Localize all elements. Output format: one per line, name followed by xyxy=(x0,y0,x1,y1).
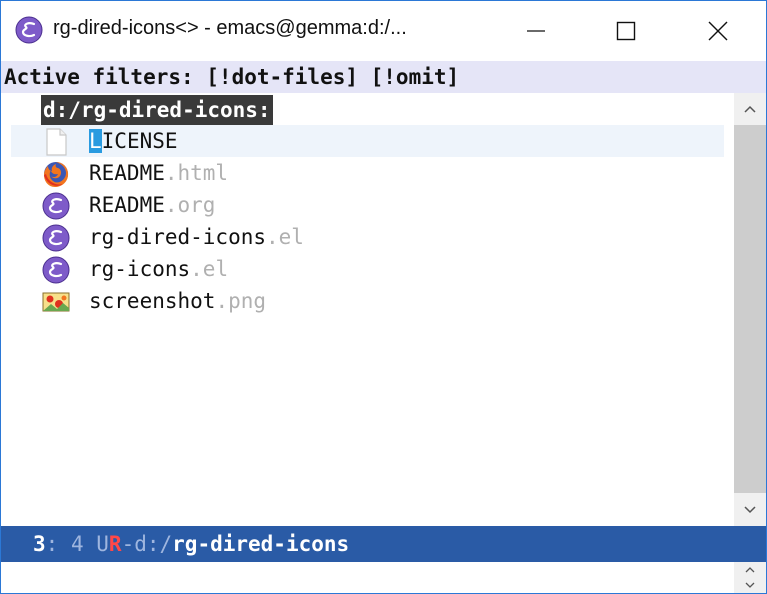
file-name: LICENSE xyxy=(89,129,178,153)
file-name: README.org xyxy=(89,193,216,217)
maximize-icon xyxy=(616,21,636,41)
file-row-license[interactable]: LICENSE xyxy=(11,125,724,157)
file-row-rg-icons-el[interactable]: rg-icons.el xyxy=(11,253,724,285)
emacs-icon xyxy=(42,224,70,252)
emacs-icon xyxy=(42,192,70,220)
file-name: rg-dired-icons.el xyxy=(89,225,304,249)
file-row-screenshot-png[interactable]: screenshot.png xyxy=(11,285,724,317)
scrollbar-thumb[interactable] xyxy=(734,125,766,493)
image-file-icon xyxy=(42,292,70,312)
emacs-icon xyxy=(42,256,70,284)
scroll-down-button[interactable] xyxy=(734,494,766,526)
close-icon xyxy=(708,21,728,41)
chevron-up-down-icon xyxy=(745,567,755,588)
emacs-app-icon xyxy=(15,16,43,44)
window-title: rg-dired-icons<> - emacs@gemma:d:/... xyxy=(53,17,407,39)
column-number: 4 xyxy=(58,532,97,556)
firefox-icon xyxy=(44,162,69,187)
file-row-readme-html[interactable]: README.html xyxy=(11,157,724,189)
file-name: README.html xyxy=(89,161,229,185)
file-name: screenshot.png xyxy=(89,289,267,313)
file-name: rg-icons.el xyxy=(89,257,229,281)
mode-line[interactable]: 3: 4 UR-d:/rg-dired-icons xyxy=(1,526,766,562)
header-line: Active filters: [!dot-files] [!omit] xyxy=(1,61,766,93)
emacs-window: rg-dired-icons<> - emacs@gemma:d:/... Ac… xyxy=(0,0,767,594)
maximize-button[interactable] xyxy=(581,1,671,61)
close-button[interactable] xyxy=(673,1,763,61)
line-number: 3 xyxy=(33,532,46,556)
text-file-icon xyxy=(46,128,67,156)
scroll-up-button[interactable] xyxy=(734,93,766,125)
vertical-scrollbar[interactable] xyxy=(734,93,766,526)
file-row-readme-org[interactable]: README.org xyxy=(11,189,724,221)
file-row-rg-dired-icons-el[interactable]: rg-dired-icons.el xyxy=(11,221,724,253)
buffer-directory: d:/ xyxy=(134,532,173,556)
directory-heading[interactable]: d:/rg-dired-icons: xyxy=(41,95,273,125)
encoding-flag: U xyxy=(96,532,109,556)
read-only-flag: R xyxy=(108,532,122,556)
chevron-up-icon xyxy=(744,105,756,113)
chevron-down-icon xyxy=(744,506,756,514)
minimize-button[interactable] xyxy=(491,1,581,61)
point-cursor: L xyxy=(89,129,102,153)
buffer-name: rg-dired-icons xyxy=(172,532,350,556)
dired-buffer[interactable]: d:/rg-dired-icons: LICENSE README.html R… xyxy=(1,93,734,526)
minibuffer-scrollbar[interactable] xyxy=(734,562,766,593)
minimize-icon xyxy=(527,30,545,32)
title-bar[interactable]: rg-dired-icons<> - emacs@gemma:d:/... xyxy=(1,1,766,61)
